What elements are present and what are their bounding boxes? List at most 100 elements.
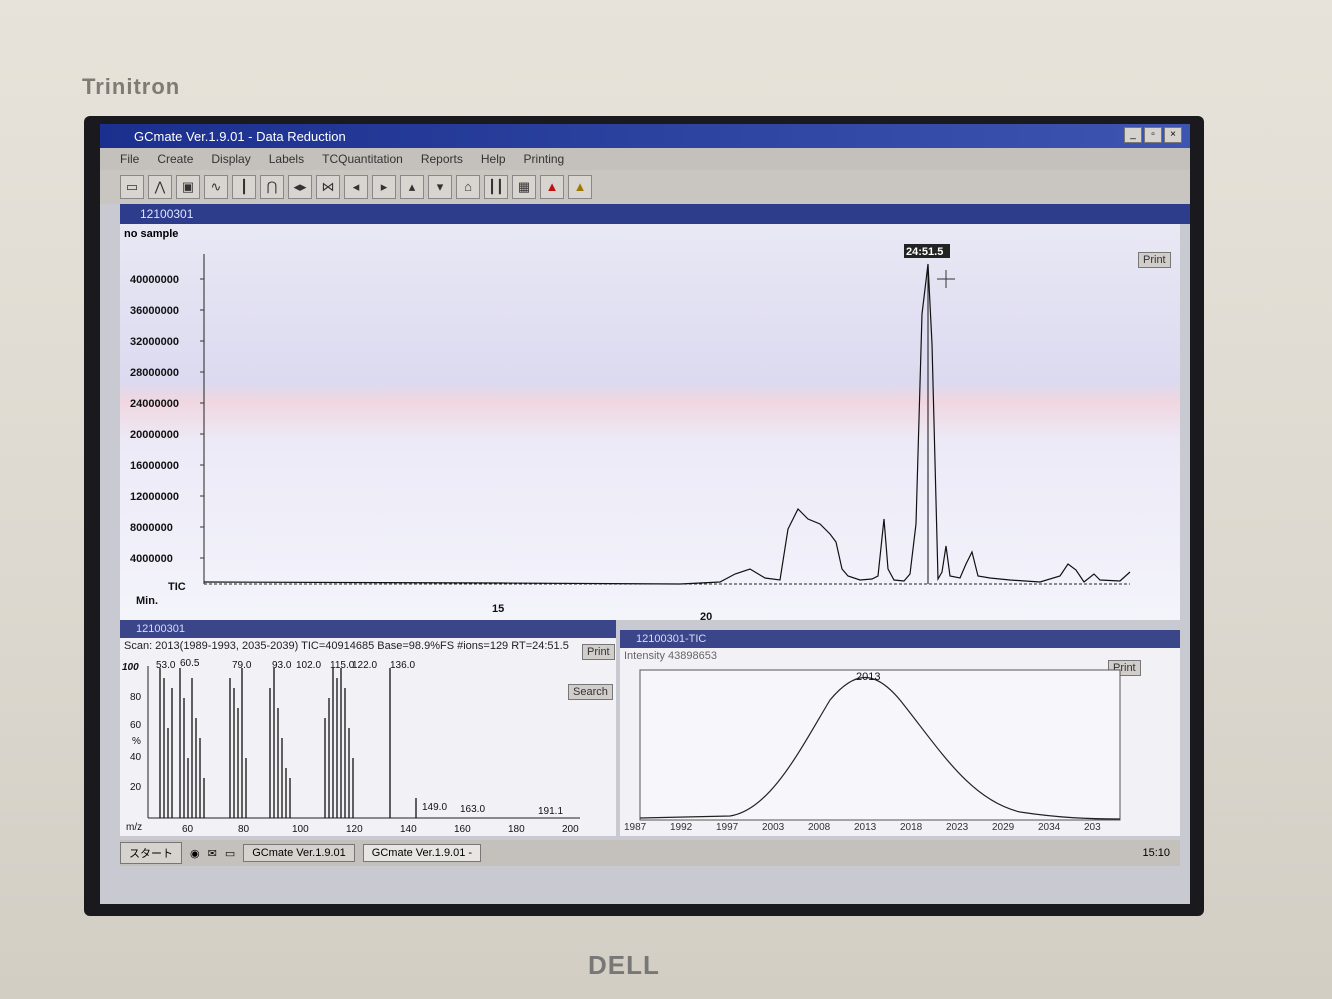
xtick-label: 203 — [1084, 822, 1101, 833]
toolbar: ▭ ⋀ ▣ ∿ ┃ ⋂ ◂▸ ⋈ ◂ ▸ ▴ ▾ ⌂ ┃┃ ▦ ▲ ▲ — [100, 170, 1190, 204]
ytick-label: 20 — [130, 782, 142, 793]
ytick-label: 32000000 — [130, 336, 179, 348]
tic-panel: 12100301-TIC Intensity 43898653 Print 20… — [620, 630, 1180, 836]
screen: GCmate Ver.1.9.01 - Data Reduction _ ▫ ×… — [100, 124, 1190, 904]
tic-plot: 2013 1987 1992 1997 2003 2008 2013 2018 … — [624, 669, 1121, 833]
taskbar-item[interactable]: GCmate Ver.1.9.01 — [243, 844, 355, 862]
peak-mz-label: 93.0 — [272, 660, 292, 671]
taskbar-item-active[interactable]: GCmate Ver.1.9.01 - — [362, 844, 482, 862]
ytick-label: 80 — [130, 692, 142, 703]
app-title: GCmate Ver.1.9.01 - Data Reduction — [134, 128, 346, 144]
mass-spectrum-panel: 12100301 Scan: 2013(1989-1993, 2035-2039… — [120, 620, 616, 836]
peak-icon[interactable]: ⋂ — [260, 175, 284, 199]
peak-mz-label: 163.0 — [460, 804, 485, 815]
ytick-label: 60 — [130, 720, 142, 731]
menu-labels[interactable]: Labels — [269, 152, 304, 166]
xtick-label: 1987 — [624, 822, 647, 833]
down-icon[interactable]: ▾ — [428, 175, 452, 199]
start-button[interactable]: スタート — [120, 842, 182, 864]
peak-mz-label: 60.5 — [180, 658, 200, 669]
peak-mz-label: 115.0 — [330, 660, 355, 671]
chromatogram-trace — [203, 263, 1131, 585]
taskbar-clock: 15:10 — [1142, 847, 1170, 859]
x-unit-label: m/z — [126, 822, 142, 833]
chromatogram-title-bar: 12100301 — [120, 204, 1190, 224]
close-button[interactable]: × — [1164, 127, 1182, 143]
spectrum-plot: 100 80 60 % 40 20 m/z 60 80 100 120 140 … — [122, 658, 580, 835]
menu-printing[interactable]: Printing — [524, 152, 565, 166]
menu-create[interactable]: Create — [157, 152, 193, 166]
menu-tcquantitation[interactable]: TCQuantitation — [322, 152, 403, 166]
chromatogram-panel: no sample Print 4000000 8000000 12000000… — [120, 224, 1180, 620]
xtick-label: 25 — [908, 619, 920, 620]
xtick-label: 2018 — [900, 822, 923, 833]
xtick-label: 140 — [400, 824, 417, 835]
chrom-icon[interactable]: ∿ — [204, 175, 228, 199]
maximize-button[interactable]: ▫ — [1144, 127, 1162, 143]
up-icon[interactable]: ▴ — [400, 175, 424, 199]
xtick-label: 2029 — [992, 822, 1015, 833]
xtick-label: 15 — [492, 603, 504, 615]
ytick-label: 40 — [130, 752, 142, 763]
xtick-label: 2023 — [946, 822, 969, 833]
xtick-label: 2008 — [808, 822, 831, 833]
minimize-button[interactable]: _ — [1124, 127, 1142, 143]
menu-display[interactable]: Display — [211, 152, 250, 166]
spectrum-icon[interactable]: ┃ — [232, 175, 256, 199]
chromatogram-plot: 4000000 8000000 12000000 16000000 200000… — [130, 244, 1131, 620]
home-icon[interactable]: ⌂ — [456, 175, 480, 199]
xtick-label: 120 — [346, 824, 363, 835]
table-icon[interactable]: ▦ — [512, 175, 536, 199]
quicklaunch-icon[interactable]: ✉ — [208, 847, 217, 860]
peak-retention-label: 24:51.5 — [906, 246, 943, 258]
chromatogram-title: 12100301 — [140, 207, 194, 221]
menu-reports[interactable]: Reports — [421, 152, 463, 166]
ytick-label: 36000000 — [130, 305, 179, 317]
menu-help[interactable]: Help — [481, 152, 506, 166]
xtick-label: 2003 — [762, 822, 785, 833]
xtick-label: 20 — [700, 611, 712, 620]
next-icon[interactable]: ▸ — [372, 175, 396, 199]
ytick-label: 16000000 — [130, 460, 179, 472]
ytick-label: 12000000 — [130, 491, 179, 503]
red-peak-icon[interactable]: ▲ — [540, 175, 564, 199]
monitor-icon[interactable]: ▣ — [176, 175, 200, 199]
xtick-label: 180 — [508, 824, 525, 835]
quicklaunch-icon[interactable]: ◉ — [190, 847, 200, 860]
multi-chrom-icon[interactable]: ⋀ — [148, 175, 172, 199]
monitor-brand-bottom: DELL — [588, 950, 660, 980]
monitor-brand-top: Trinitron — [82, 74, 181, 99]
tic-peak-label: 2013 — [856, 671, 880, 683]
peak-mz-label: 102.0 — [296, 660, 321, 671]
ytick-label: 24000000 — [130, 398, 179, 410]
xtick-label: 60 — [182, 824, 194, 835]
yellow-peak-icon[interactable]: ▲ — [568, 175, 592, 199]
xtick-label: 100 — [292, 824, 309, 835]
open-icon[interactable]: ▭ — [120, 175, 144, 199]
app-titlebar: GCmate Ver.1.9.01 - Data Reduction _ ▫ × — [100, 124, 1190, 148]
xtick-label: 2034 — [1038, 822, 1061, 833]
x-unit-label: Min. — [136, 595, 158, 607]
taskbar: スタート ◉ ✉ ▭ GCmate Ver.1.9.01 GCmate Ver.… — [120, 840, 1180, 866]
peak-mz-label: 53.0 — [156, 660, 176, 671]
xtick-label: 1997 — [716, 822, 739, 833]
xtick-label: 1992 — [670, 822, 693, 833]
bar-icon[interactable]: ┃┃ — [484, 175, 508, 199]
menubar: File Create Display Labels TCQuantitatio… — [100, 148, 1190, 170]
xtick-label: 80 — [238, 824, 250, 835]
peak-mz-label: 191.1 — [538, 806, 563, 817]
ytick-label: 8000000 — [130, 522, 173, 534]
xtick-label: 160 — [454, 824, 471, 835]
peak-mz-label: 122.0 — [352, 660, 377, 671]
zoom-icon[interactable]: ⋈ — [316, 175, 340, 199]
ytick-label: 4000000 — [130, 553, 173, 565]
menu-file[interactable]: File — [120, 152, 139, 166]
peak-mz-label: 136.0 — [390, 660, 415, 671]
ytick-label: 28000000 — [130, 367, 179, 379]
prev-icon[interactable]: ◂ — [344, 175, 368, 199]
ytick-label: 20000000 — [130, 429, 179, 441]
quicklaunch-icon[interactable]: ▭ — [225, 847, 235, 860]
xtick-label: 2013 — [854, 822, 877, 833]
left-right-icon[interactable]: ◂▸ — [288, 175, 312, 199]
xtick-label: 200 — [562, 824, 579, 835]
